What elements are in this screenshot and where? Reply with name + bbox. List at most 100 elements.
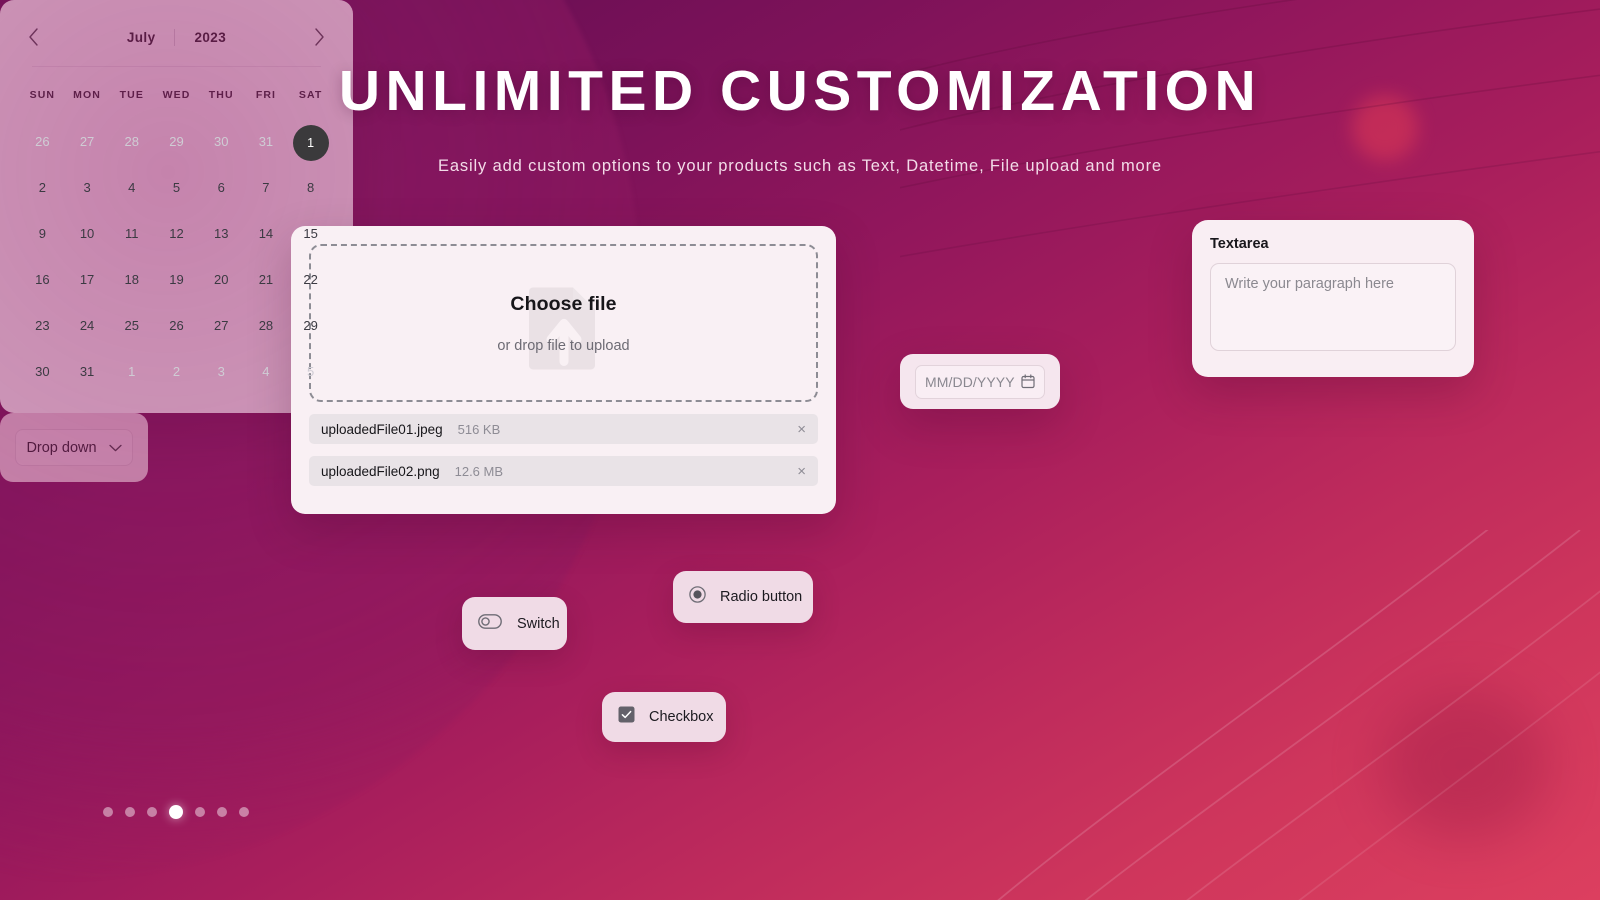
calendar-day-number: 27 — [79, 134, 95, 149]
calendar-day[interactable]: 28 — [244, 303, 289, 349]
carousel-dot[interactable] — [195, 807, 205, 817]
calendar-day[interactable]: 27 — [65, 119, 110, 165]
calendar-day[interactable]: 19 — [154, 257, 199, 303]
calendar-day[interactable]: 22 — [288, 257, 333, 303]
file-dropzone[interactable]: Choose file or drop file to upload — [309, 244, 818, 402]
calendar-day[interactable]: 31 — [65, 349, 110, 395]
calendar-day-number: 7 — [262, 180, 270, 195]
calendar-month[interactable]: July — [127, 30, 156, 45]
calendar-day-number: 31 — [258, 134, 274, 149]
calendar-day[interactable]: 25 — [109, 303, 154, 349]
calendar-day-number: 31 — [79, 364, 95, 379]
checkbox-icon[interactable] — [618, 706, 635, 728]
calendar-day-number: 11 — [125, 226, 139, 241]
carousel-dot-active[interactable] — [169, 805, 183, 819]
calendar-day-number: 28 — [258, 318, 274, 333]
calendar-next-icon[interactable] — [314, 28, 325, 46]
calendar-day[interactable]: 9 — [20, 211, 65, 257]
calendar-day[interactable]: 17 — [65, 257, 110, 303]
calendar-day-number: 29 — [169, 134, 184, 149]
date-input[interactable]: MM/DD/YYYY — [915, 364, 1045, 399]
remove-file-icon[interactable]: × — [797, 464, 806, 479]
chevron-down-icon[interactable] — [108, 440, 122, 456]
file-size: 12.6 MB — [454, 463, 504, 479]
choose-file-label: Choose file — [510, 292, 617, 315]
radio-control[interactable]: Radio button — [673, 571, 813, 623]
calendar-day-number: 30 — [213, 134, 229, 149]
calendar-day[interactable]: 26 — [20, 119, 65, 165]
calendar-header: July 2023 — [20, 22, 333, 46]
calendar-day[interactable]: 23 — [20, 303, 65, 349]
calendar-day-number: 30 — [35, 364, 50, 379]
calendar-day[interactable]: 2 — [20, 165, 65, 211]
carousel-dot[interactable] — [147, 807, 157, 817]
calendar-day-selected[interactable]: 1 — [288, 119, 333, 165]
calendar-day-number: 1 — [128, 364, 136, 379]
calendar-day-number: 2 — [38, 180, 46, 195]
calendar-day-number: 22 — [303, 272, 318, 287]
calendar-day[interactable]: 3 — [199, 349, 244, 395]
textarea-input[interactable]: Write your paragraph here — [1210, 263, 1456, 351]
carousel-dot[interactable] — [125, 807, 135, 817]
calendar-day[interactable]: 3 — [65, 165, 110, 211]
checkbox-control[interactable]: Checkbox — [602, 692, 726, 742]
calendar-day[interactable]: 13 — [199, 211, 244, 257]
calendar-day[interactable]: 4 — [244, 349, 289, 395]
calendar-day[interactable]: 24 — [65, 303, 110, 349]
calendar-prev-icon[interactable] — [28, 28, 39, 46]
calendar-day[interactable]: 31 — [244, 119, 289, 165]
calendar-day[interactable]: 27 — [199, 303, 244, 349]
uploaded-file-row: uploadedFile02.png 12.6 MB × — [309, 456, 818, 486]
calendar-day-number: 23 — [35, 318, 50, 333]
calendar-day[interactable]: 4 — [109, 165, 154, 211]
calendar-day[interactable]: 2 — [154, 349, 199, 395]
file-upload-card: Choose file or drop file to upload uploa… — [291, 226, 836, 514]
calendar-day[interactable]: 7 — [244, 165, 289, 211]
calendar-day[interactable]: 30 — [20, 349, 65, 395]
calendar-day-number: 3 — [217, 364, 225, 379]
textarea-label: Textarea — [1210, 236, 1269, 252]
calendar-day[interactable]: 26 — [154, 303, 199, 349]
uploaded-file-row: uploadedFile01.jpeg 516 KB × — [309, 414, 818, 444]
carousel-dot[interactable] — [239, 807, 249, 817]
calendar-day[interactable]: 6 — [199, 165, 244, 211]
calendar-day-number: 21 — [258, 272, 274, 287]
calendar-day[interactable]: 5 — [154, 165, 199, 211]
calendar-day[interactable]: 21 — [244, 257, 289, 303]
calendar-day[interactable]: 30 — [199, 119, 244, 165]
calendar-day[interactable]: 8 — [288, 165, 333, 211]
carousel-dot[interactable] — [103, 807, 113, 817]
calendar-day[interactable]: 28 — [109, 119, 154, 165]
carousel-dot[interactable] — [217, 807, 227, 817]
calendar-day[interactable]: 14 — [244, 211, 289, 257]
calendar-day[interactable]: 15 — [288, 211, 333, 257]
textarea-card: Textarea Write your paragraph here — [1192, 220, 1474, 377]
switch-icon[interactable] — [478, 613, 502, 634]
calendar-day[interactable]: 18 — [109, 257, 154, 303]
switch-control[interactable]: Switch — [462, 597, 567, 650]
dropdown-label: Drop down — [26, 439, 97, 456]
calendar-day[interactable]: 10 — [65, 211, 110, 257]
calendar-year[interactable]: 2023 — [194, 30, 226, 45]
calendar-day-number: 8 — [307, 180, 315, 195]
calendar-day-number: 16 — [35, 272, 50, 287]
calendar-grid: SUN MON TUE WED THU FRI SAT 26 27 28 29 30 31 1 2 3 4 5 6 7… — [20, 83, 333, 395]
calendar-day[interactable]: 11 — [109, 211, 154, 257]
remove-file-icon[interactable]: × — [797, 422, 806, 437]
radio-button-icon[interactable] — [689, 586, 706, 608]
calendar-day-number: 4 — [128, 180, 136, 195]
calendar-day[interactable]: 12 — [154, 211, 199, 257]
calendar-day[interactable]: 29 — [154, 119, 199, 165]
calendar-day[interactable]: 16 — [20, 257, 65, 303]
dark-glow-blob — [1380, 690, 1550, 840]
dropdown-select[interactable]: Drop down — [15, 429, 133, 466]
radio-label: Radio button — [720, 589, 803, 605]
calendar-day[interactable]: 1 — [109, 349, 154, 395]
calendar-day[interactable]: 20 — [199, 257, 244, 303]
calendar-day-number: 18 — [124, 272, 140, 287]
calendar-day-number: 17 — [79, 272, 95, 287]
calendar-day-number: 24 — [79, 318, 95, 333]
dropdown-control[interactable]: Drop down — [0, 413, 148, 482]
calendar-day[interactable]: 5 — [288, 349, 333, 395]
calendar-day[interactable]: 29 — [288, 303, 333, 349]
